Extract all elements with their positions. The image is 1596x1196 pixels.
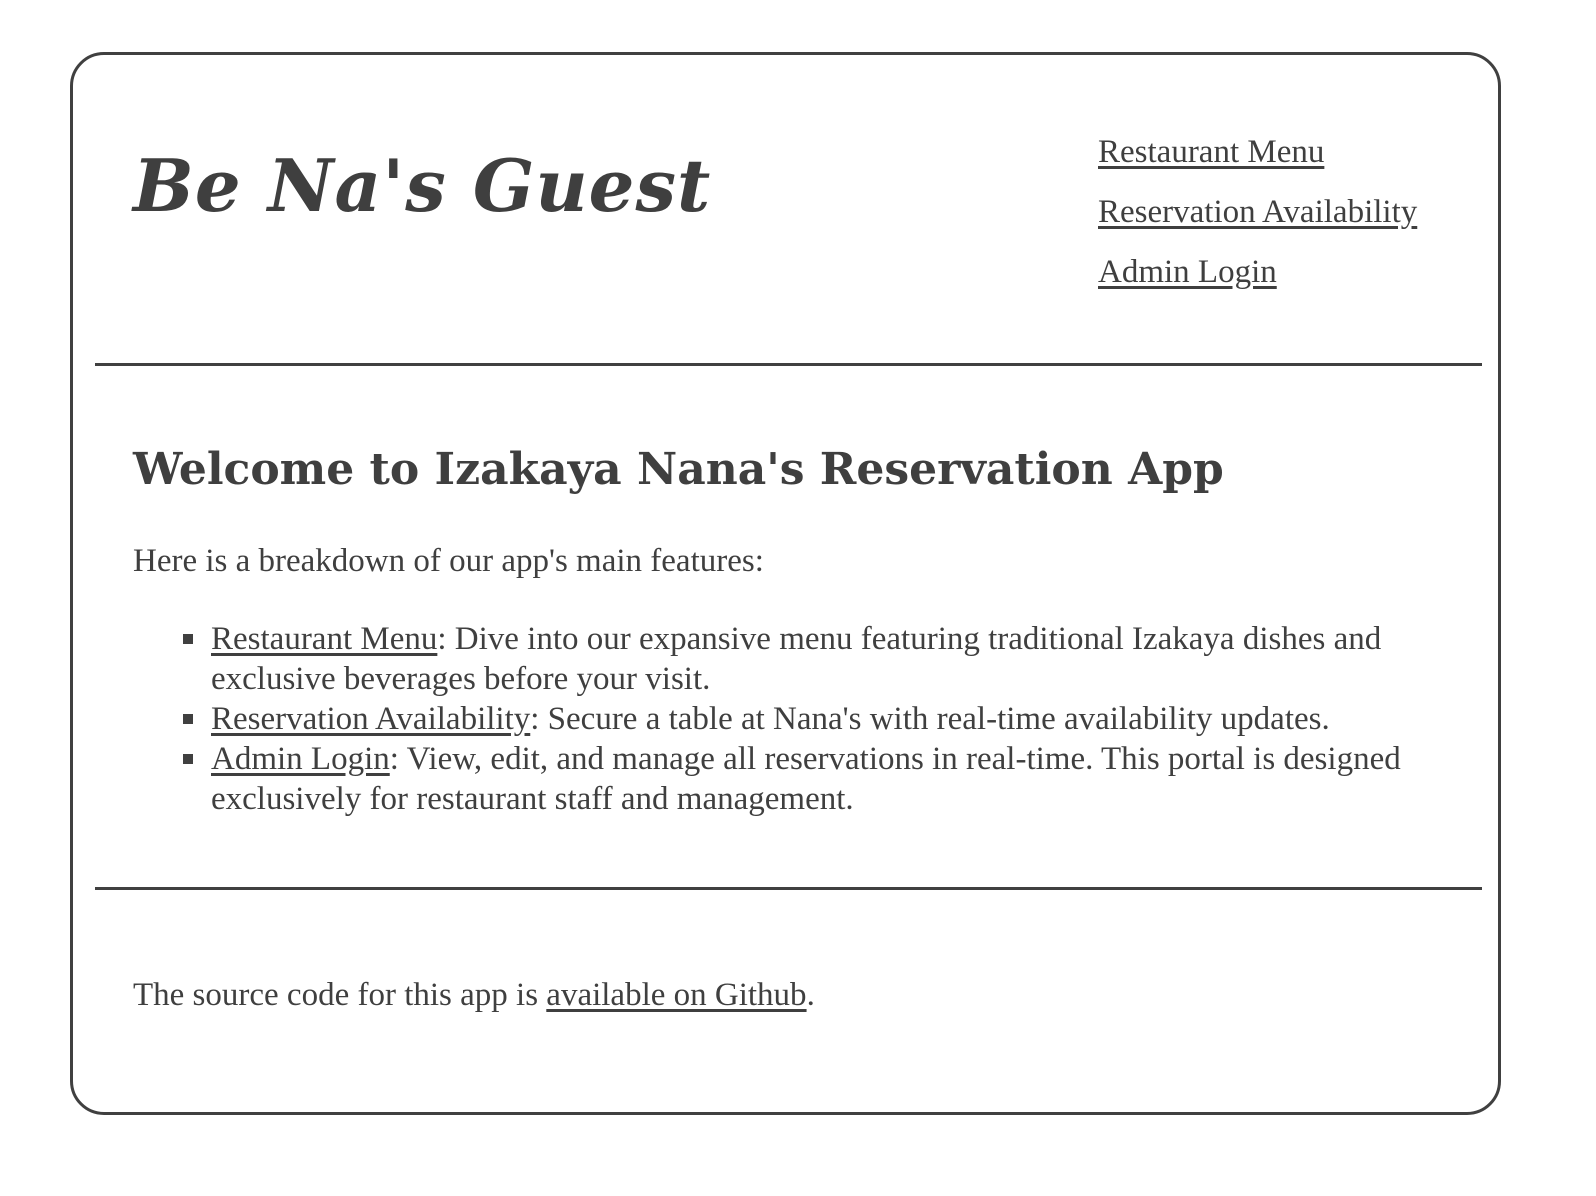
nav-link-admin-login[interactable]: Admin Login — [1098, 254, 1277, 290]
feature-description: : Secure a table at Nana's with real-tim… — [530, 701, 1330, 737]
feature-link-restaurant-menu[interactable]: Restaurant Menu — [211, 621, 437, 657]
feature-link-reservation-availability[interactable]: Reservation Availability — [211, 701, 530, 737]
feature-link-admin-login[interactable]: Admin Login — [211, 741, 390, 777]
feature-item-admin-login: Admin Login: View, edit, and manage all … — [183, 739, 1463, 819]
intro-text: Here is a breakdown of our app's main fe… — [133, 543, 764, 579]
nav-item-reservation-availability: Reservation Availability — [1098, 190, 1498, 250]
footer-text: The source code for this app is availabl… — [133, 973, 815, 1017]
square-bullet-icon — [183, 714, 193, 724]
square-bullet-icon — [183, 754, 193, 764]
nav-item-restaurant-menu: Restaurant Menu — [1098, 130, 1498, 190]
page-frame: Be Na's Guest Restaurant Menu Reservatio… — [70, 52, 1501, 1115]
square-bullet-icon — [183, 634, 193, 644]
feature-item-restaurant-menu: Restaurant Menu: Dive into our expansive… — [183, 619, 1463, 699]
page-title: Welcome to Izakaya Nana's Reservation Ap… — [133, 444, 1224, 495]
header-divider — [95, 363, 1482, 366]
footer-suffix: . — [806, 977, 815, 1013]
feature-list: Restaurant Menu: Dive into our expansive… — [133, 619, 1463, 819]
github-link[interactable]: available on Github — [546, 977, 806, 1013]
main-nav: Restaurant Menu Reservation Availability… — [1098, 130, 1498, 310]
feature-item-reservation-availability: Reservation Availability: Secure a table… — [183, 699, 1463, 739]
nav-item-admin-login: Admin Login — [1098, 250, 1498, 310]
site-brand: Be Na's Guest — [133, 143, 712, 228]
nav-link-reservation-availability[interactable]: Reservation Availability — [1098, 194, 1417, 230]
feature-description: : View, edit, and manage all reservation… — [211, 741, 1401, 817]
nav-link-restaurant-menu[interactable]: Restaurant Menu — [1098, 134, 1324, 170]
footer-divider — [95, 887, 1482, 890]
main-content: Welcome to Izakaya Nana's Reservation Ap… — [133, 435, 1463, 819]
footer-prefix: The source code for this app is — [133, 977, 547, 1013]
